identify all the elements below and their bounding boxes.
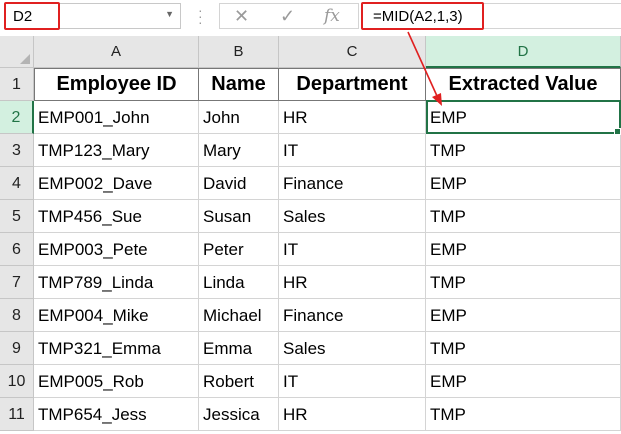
- annotation-arrow: [407, 31, 442, 106]
